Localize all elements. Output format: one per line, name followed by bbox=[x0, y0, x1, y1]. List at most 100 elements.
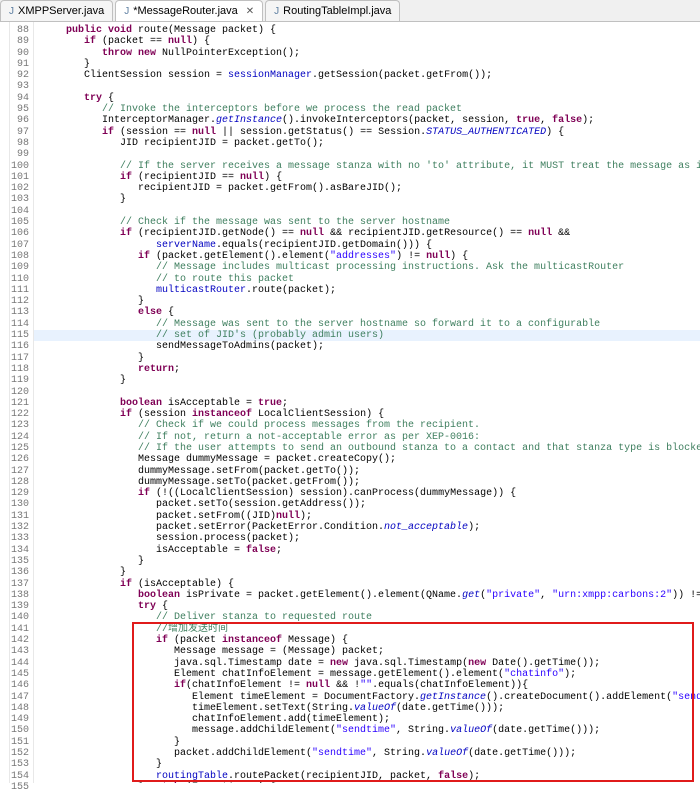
line-number-gutter[interactable]: 8889909192939495969798991001011021031041… bbox=[10, 22, 34, 783]
code-line[interactable]: Message message = (Message) packet; bbox=[34, 646, 700, 657]
line-number: 132 bbox=[10, 522, 33, 533]
code-line[interactable]: isAcceptable = false; bbox=[34, 545, 700, 556]
editor-tabbar: J XMPPServer.java J *MessageRouter.java … bbox=[0, 0, 700, 22]
line-number: 102 bbox=[10, 183, 33, 194]
code-line[interactable]: if (packet == null) { bbox=[34, 36, 700, 47]
line-number: 143 bbox=[10, 646, 33, 657]
code-line[interactable]: boolean isAcceptable = true; bbox=[34, 398, 700, 409]
code-line[interactable]: if (packet instanceof Message) { bbox=[34, 635, 700, 646]
code-line[interactable]: routingTable.routePacket(recipientJID, p… bbox=[34, 771, 700, 782]
line-number: 88 bbox=[10, 25, 33, 36]
code-line[interactable]: if (isAcceptable) { bbox=[34, 579, 700, 590]
code-line[interactable]: } bbox=[34, 353, 700, 364]
line-number: 113 bbox=[10, 307, 33, 318]
code-line[interactable]: try { bbox=[34, 93, 700, 104]
code-line[interactable]: if(chatInfoElement != null && !"".equals… bbox=[34, 680, 700, 691]
code-line[interactable]: // If the server receives a message stan… bbox=[34, 161, 700, 172]
code-line[interactable]: message.addChildElement("sendtime", Stri… bbox=[34, 725, 700, 736]
line-number: 150 bbox=[10, 725, 33, 736]
code-line[interactable]: InterceptorManager.getInstance().invokeI… bbox=[34, 115, 700, 126]
code-line[interactable]: // Invoke the interceptors before we pro… bbox=[34, 104, 700, 115]
code-line[interactable]: // to route this packet bbox=[34, 274, 700, 285]
folding-gutter[interactable] bbox=[0, 22, 10, 783]
line-number: 115 bbox=[10, 330, 33, 341]
line-number: 116 bbox=[10, 341, 33, 352]
code-line[interactable]: packet.setTo(session.getAddress()); bbox=[34, 499, 700, 510]
code-line[interactable]: public void route(Message packet) { bbox=[34, 25, 700, 36]
line-number: 149 bbox=[10, 714, 33, 725]
code-line[interactable]: boolean isPrivate = packet.getElement().… bbox=[34, 590, 700, 601]
line-number: 153 bbox=[10, 759, 33, 770]
code-line[interactable] bbox=[34, 387, 700, 398]
code-line[interactable]: // Check if the message was sent to the … bbox=[34, 217, 700, 228]
code-line[interactable]: packet.setFrom((JID)null); bbox=[34, 511, 700, 522]
code-line[interactable] bbox=[34, 206, 700, 217]
code-line[interactable]: packet.addChildElement("sendtime", Strin… bbox=[34, 748, 700, 759]
code-line[interactable]: // If not, return a not-acceptable error… bbox=[34, 432, 700, 443]
code-line[interactable]: JID recipientJID = packet.getTo(); bbox=[34, 138, 700, 149]
code-line[interactable]: } bbox=[34, 737, 700, 748]
code-line[interactable]: return; bbox=[34, 364, 700, 375]
line-number: 128 bbox=[10, 477, 33, 488]
line-number: 136 bbox=[10, 567, 33, 578]
line-number: 99 bbox=[10, 149, 33, 160]
line-number: 91 bbox=[10, 59, 33, 70]
code-line[interactable]: // Check if we could process messages fr… bbox=[34, 420, 700, 431]
code-line[interactable]: } bbox=[34, 759, 700, 770]
tab-xmppserver[interactable]: J XMPPServer.java bbox=[0, 0, 113, 21]
code-line[interactable]: if (packet.getElement().element("address… bbox=[34, 251, 700, 262]
code-line[interactable]: } bbox=[34, 567, 700, 578]
close-icon[interactable]: ✕ bbox=[246, 6, 254, 17]
code-line[interactable]: else { bbox=[34, 307, 700, 318]
code-line[interactable]: throw new NullPointerException(); bbox=[34, 48, 700, 59]
code-line[interactable]: // Message includes multicast processing… bbox=[34, 262, 700, 273]
code-line[interactable]: if (recipientJID.getNode() == null && re… bbox=[34, 228, 700, 239]
code-line[interactable]: // If the user attempts to send an outbo… bbox=[34, 443, 700, 454]
code-line[interactable]: if (recipientJID == null) { bbox=[34, 172, 700, 183]
code-line[interactable]: session.process(packet); bbox=[34, 533, 700, 544]
code-line[interactable]: try { bbox=[34, 601, 700, 612]
tab-messagerouter[interactable]: J *MessageRouter.java ✕ bbox=[115, 0, 263, 21]
line-number: 140 bbox=[10, 612, 33, 623]
line-number: 98 bbox=[10, 138, 33, 149]
code-line[interactable]: if (session instanceof LocalClientSessio… bbox=[34, 409, 700, 420]
code-line[interactable]: // Message was sent to the server hostna… bbox=[34, 319, 700, 330]
code-line[interactable]: multicastRouter.route(packet); bbox=[34, 285, 700, 296]
line-number: 101 bbox=[10, 172, 33, 183]
code-line[interactable]: ClientSession session = sessionManager.g… bbox=[34, 70, 700, 81]
code-area[interactable]: public void route(Message packet) {if (p… bbox=[34, 22, 700, 783]
code-line[interactable]: chatInfoElement.add(timeElement); bbox=[34, 714, 700, 725]
line-number: 120 bbox=[10, 387, 33, 398]
tab-routingtable[interactable]: J RoutingTableImpl.java bbox=[265, 0, 400, 21]
line-number: 135 bbox=[10, 556, 33, 567]
code-line[interactable]: // Deliver stanza to requested route bbox=[34, 612, 700, 623]
code-editor[interactable]: 8889909192939495969798991001011021031041… bbox=[0, 22, 700, 783]
line-number: 130 bbox=[10, 499, 33, 510]
code-line[interactable]: Element chatInfoElement = message.getEle… bbox=[34, 669, 700, 680]
code-line[interactable]: // set of JID's (probably admin users) bbox=[34, 330, 700, 341]
line-number: 146 bbox=[10, 680, 33, 691]
code-line[interactable]: if (!((LocalClientSession) session).canP… bbox=[34, 488, 700, 499]
line-number: 109 bbox=[10, 262, 33, 273]
code-line[interactable]: dummyMessage.setTo(packet.getFrom()); bbox=[34, 477, 700, 488]
code-line[interactable]: dummyMessage.setFrom(packet.getTo()); bbox=[34, 466, 700, 477]
code-line[interactable]: //增加发送时间 bbox=[34, 624, 700, 635]
code-line[interactable]: Message dummyMessage = packet.createCopy… bbox=[34, 454, 700, 465]
code-line[interactable]: timeElement.setText(String.valueOf(date.… bbox=[34, 703, 700, 714]
code-line[interactable]: java.sql.Timestamp date = new java.sql.T… bbox=[34, 658, 700, 669]
code-line[interactable]: } bbox=[34, 556, 700, 567]
code-line[interactable]: if (session == null || session.getStatus… bbox=[34, 127, 700, 138]
code-line[interactable]: } bbox=[34, 194, 700, 205]
code-line[interactable]: serverName.equals(recipientJID.getDomain… bbox=[34, 240, 700, 251]
code-line[interactable]: recipientJID = packet.getFrom().asBareJI… bbox=[34, 183, 700, 194]
code-line[interactable]: Element timeElement = DocumentFactory.ge… bbox=[34, 692, 700, 703]
code-line[interactable]: } bbox=[34, 296, 700, 307]
line-number: 121 bbox=[10, 398, 33, 409]
line-number: 126 bbox=[10, 454, 33, 465]
code-line[interactable]: packet.setError(PacketError.Condition.no… bbox=[34, 522, 700, 533]
code-line[interactable]: } bbox=[34, 59, 700, 70]
code-line[interactable]: } bbox=[34, 375, 700, 386]
code-line[interactable] bbox=[34, 149, 700, 160]
code-line[interactable] bbox=[34, 81, 700, 92]
code-line[interactable]: sendMessageToAdmins(packet); bbox=[34, 341, 700, 352]
